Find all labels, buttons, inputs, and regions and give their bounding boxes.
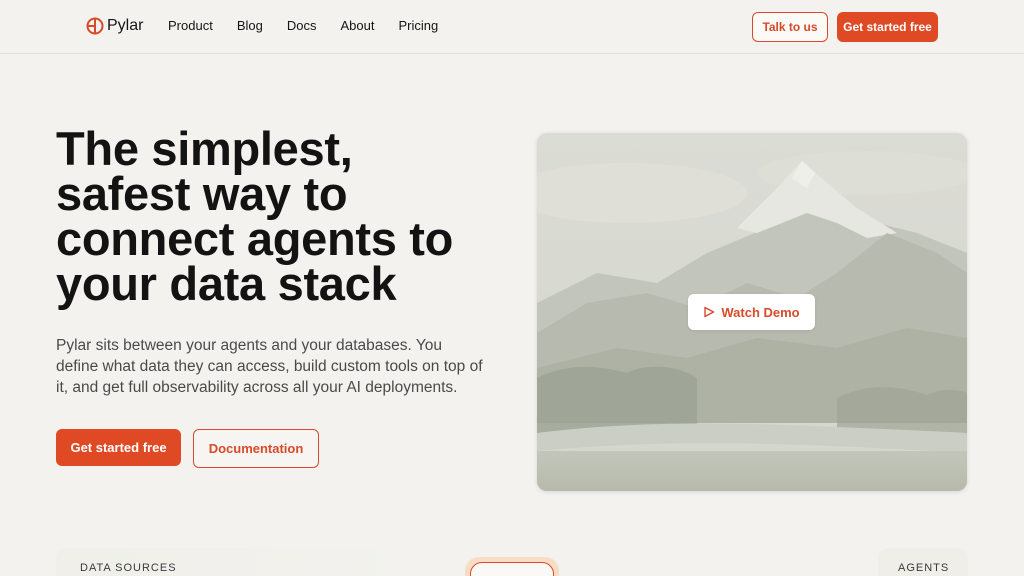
hero-title: The simplest, safest way to connect agen… (56, 122, 454, 310)
page: Pylar Product Blog Docs About Pricing Ta… (0, 0, 1024, 576)
nav-item-about[interactable]: About (340, 18, 374, 33)
main-nav: Product Blog Docs About Pricing (168, 18, 438, 33)
nav-item-blog[interactable]: Blog (237, 18, 263, 33)
hero-subtitle: Pylar sits between your agents and your … (56, 337, 483, 396)
nav-item-pricing[interactable]: Pricing (398, 18, 438, 33)
brand-name: Pylar (107, 17, 144, 34)
pylar-hub-node (470, 562, 554, 576)
header-get-started-button[interactable]: Get started free (837, 12, 938, 42)
documentation-button[interactable]: Documentation (193, 429, 319, 468)
data-sources-label: DATA SOURCES (80, 562, 177, 574)
talk-to-us-button[interactable]: Talk to us (752, 12, 828, 42)
nav-item-docs[interactable]: Docs (287, 18, 317, 33)
watch-demo-label: Watch Demo (721, 304, 800, 320)
pylar-logo-icon (86, 17, 104, 35)
site-header: Pylar Product Blog Docs About Pricing Ta… (0, 0, 1024, 54)
watch-demo-button[interactable]: Watch Demo (688, 294, 815, 330)
brand-logo[interactable]: Pylar (86, 16, 143, 36)
hero-get-started-button[interactable]: Get started free (56, 429, 181, 466)
play-icon (704, 306, 715, 318)
nav-item-product[interactable]: Product (168, 18, 213, 33)
agents-label: AGENTS (898, 562, 950, 574)
